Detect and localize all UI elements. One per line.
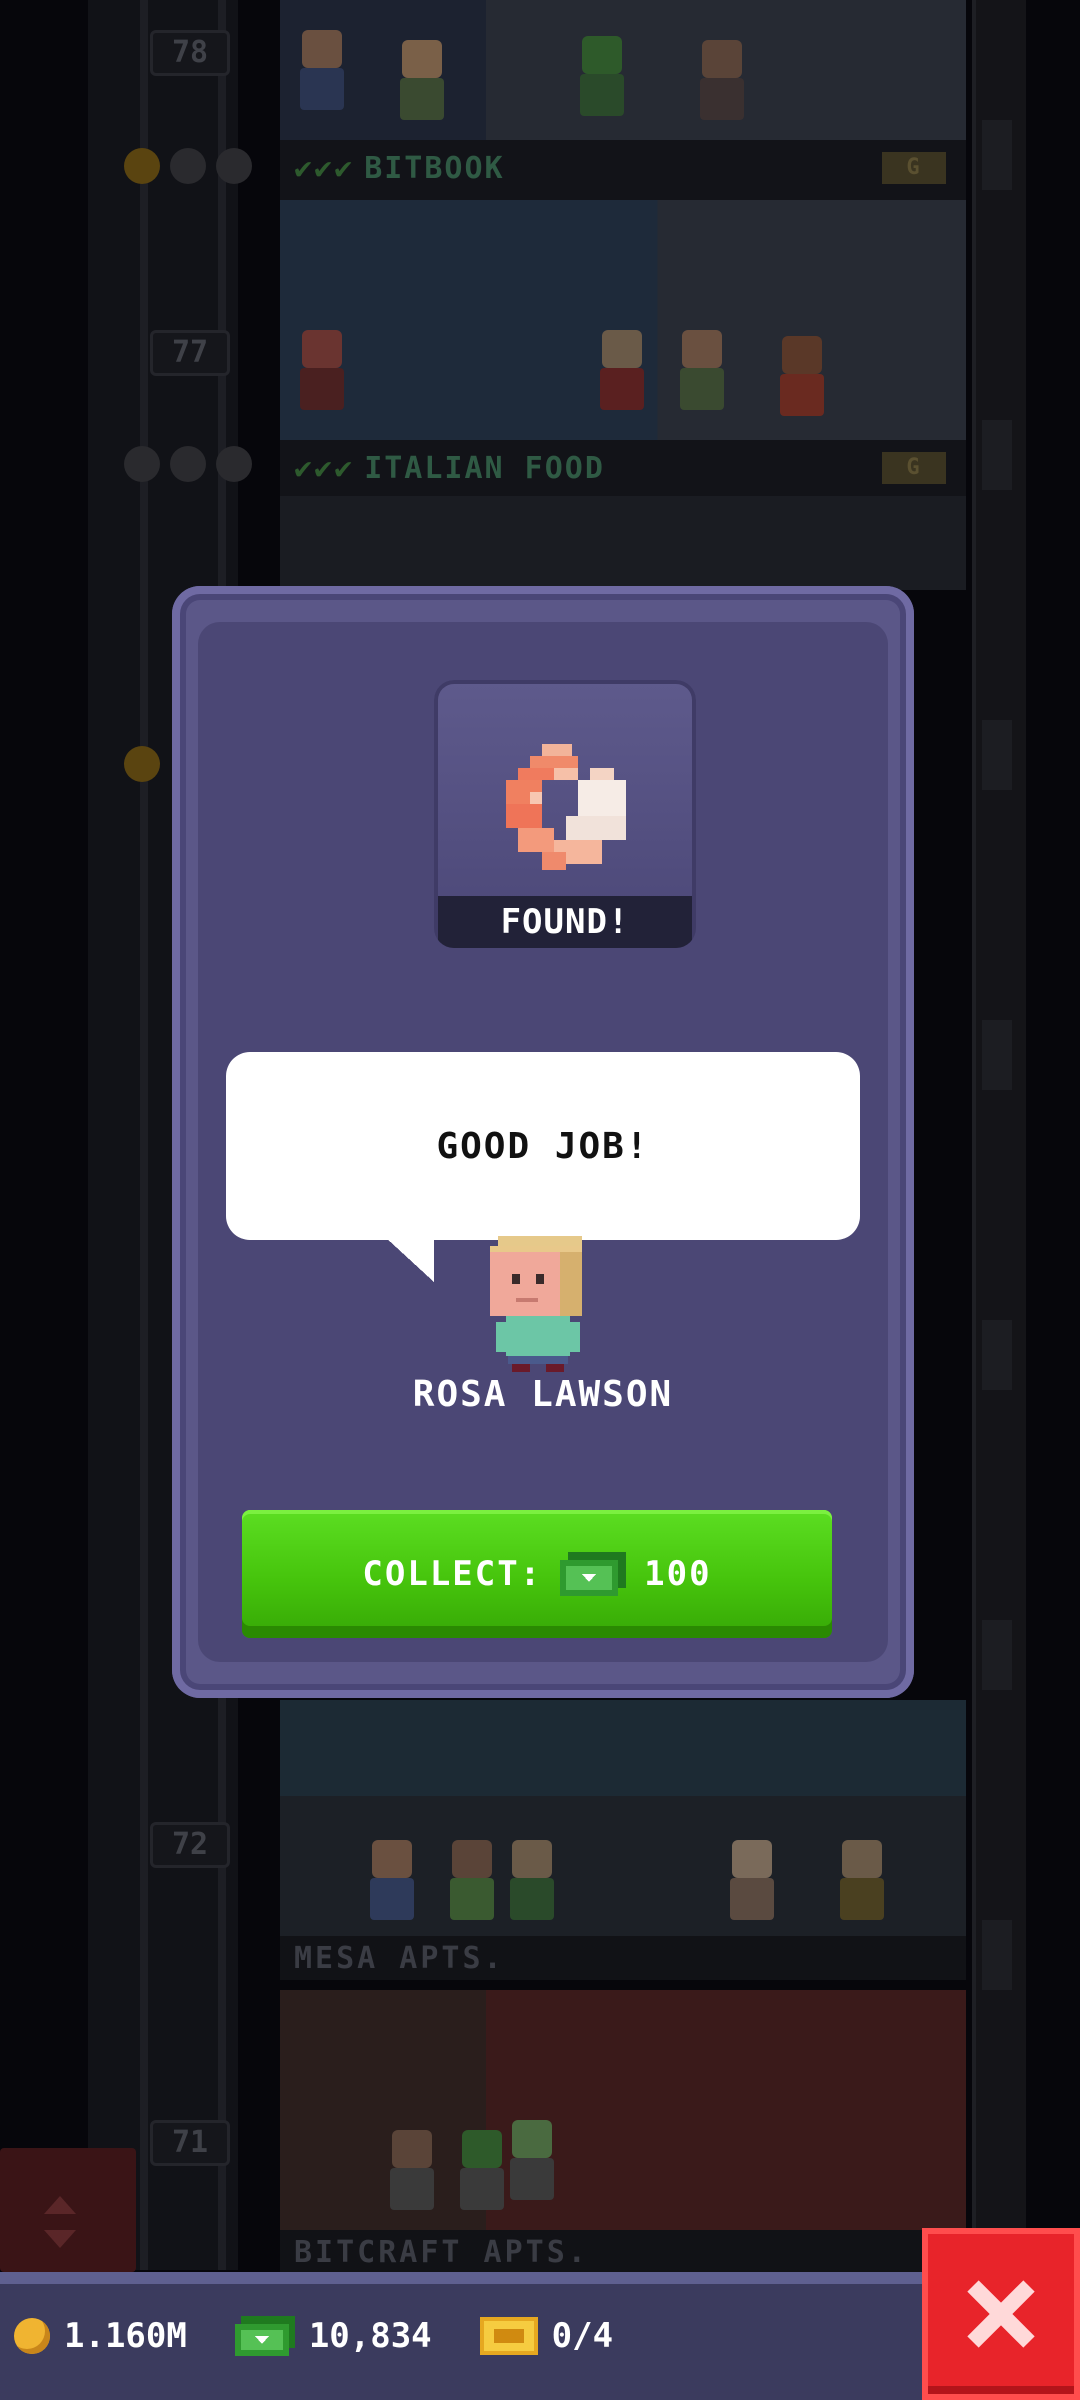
business-tag: G (882, 452, 946, 484)
elevator-rail (140, 0, 148, 2270)
coin-balance: 1.160M (64, 2316, 187, 2356)
character-name: ROSA LAWSON (412, 1374, 674, 1415)
ticket-icon (479, 2317, 538, 2355)
found-item-card: FOUND! (434, 680, 696, 948)
tower-resident (510, 2120, 554, 2200)
task-checks: ✔✔✔ (294, 450, 355, 486)
floor-star-rating (124, 148, 252, 184)
star-icon (216, 446, 252, 482)
tower-resident (300, 30, 344, 110)
floor-number: 78 (150, 30, 230, 76)
tower-resident (400, 40, 444, 120)
pillar-notch (982, 720, 1012, 790)
close-button[interactable] (922, 2228, 1080, 2400)
star-icon (124, 148, 160, 184)
business-tag: G (882, 152, 946, 184)
tower-resident (730, 1840, 774, 1920)
tower-resident (780, 336, 824, 416)
pillar-notch (982, 420, 1012, 490)
found-item-dialog: FOUND! GOOD JOB! ROSA LAWSON COLLECT: 10… (172, 586, 914, 1698)
star-icon (124, 746, 160, 782)
found-label: FOUND! (438, 896, 692, 948)
pillar-notch (982, 1020, 1012, 1090)
shrimp-icon (506, 744, 626, 870)
elevator-arrows-icon (44, 2196, 76, 2248)
floor-star-rating (124, 746, 160, 782)
speech-bubble-tail (384, 1236, 434, 1282)
dialog-panel: FOUND! GOOD JOB! ROSA LAWSON COLLECT: 10… (198, 622, 888, 1662)
tower-resident (450, 1840, 494, 1920)
ticket-count: 0/4 (551, 2316, 614, 2356)
close-icon (967, 2280, 1035, 2348)
floor-number: 71 (150, 2120, 230, 2166)
tower-resident (460, 2130, 504, 2210)
coin-icon (14, 2318, 50, 2354)
tower-resident (390, 2130, 434, 2210)
star-icon (216, 148, 252, 184)
task-checks: ✔✔✔ (294, 150, 355, 186)
floor-italian-food[interactable]: ✔✔✔ ITALIAN FOOD G (280, 440, 966, 590)
tower-resident (510, 1840, 554, 1920)
bux-icon (560, 1552, 627, 1596)
business-banner: ✔✔✔ ITALIAN FOOD G (280, 440, 966, 496)
bux-balance: 10,834 (308, 2316, 432, 2356)
residence-banner: BITCRAFT APTS. (280, 2230, 966, 2274)
speech-bubble: GOOD JOB! (226, 1052, 860, 1282)
tower-resident (680, 330, 724, 410)
tower-resident (600, 330, 644, 410)
tower-resident (840, 1840, 884, 1920)
currency-bar: 1.160M 10,834 0/4 (0, 2272, 922, 2400)
floor-71[interactable] (280, 1990, 966, 2230)
pillar-notch (982, 120, 1012, 190)
tower-resident (580, 36, 624, 116)
star-icon (170, 446, 206, 482)
pillar-notch (982, 1920, 1012, 1990)
tower-resident (700, 40, 744, 120)
floor-number: 77 (150, 330, 230, 376)
floor-72[interactable] (280, 1700, 966, 1940)
pillar-notch (982, 1320, 1012, 1390)
character-avatar (490, 1236, 582, 1372)
business-name: BITBOOK (364, 150, 505, 186)
floor-number: 72 (150, 1822, 230, 1868)
star-icon (170, 148, 206, 184)
tower-resident (370, 1840, 414, 1920)
bux-icon (234, 2316, 295, 2356)
collect-label: COLLECT: (362, 1554, 543, 1594)
tower-resident (300, 330, 344, 410)
floor-77[interactable]: ✔✔✔ BITBOOK G (280, 140, 966, 440)
business-banner: ✔✔✔ BITBOOK G (280, 140, 966, 196)
residence-banner: MESA APTS. (280, 1936, 966, 1980)
collect-button[interactable]: COLLECT: 100 (242, 1510, 832, 1638)
floor-78[interactable] (280, 0, 966, 140)
pillar-notch (982, 1620, 1012, 1690)
floor-star-rating (124, 446, 252, 482)
star-icon (124, 446, 160, 482)
business-name: ITALIAN FOOD (364, 450, 605, 486)
speech-text: GOOD JOB! (436, 1125, 650, 1167)
elevator-button[interactable] (0, 2148, 136, 2272)
collect-amount: 100 (644, 1554, 712, 1594)
